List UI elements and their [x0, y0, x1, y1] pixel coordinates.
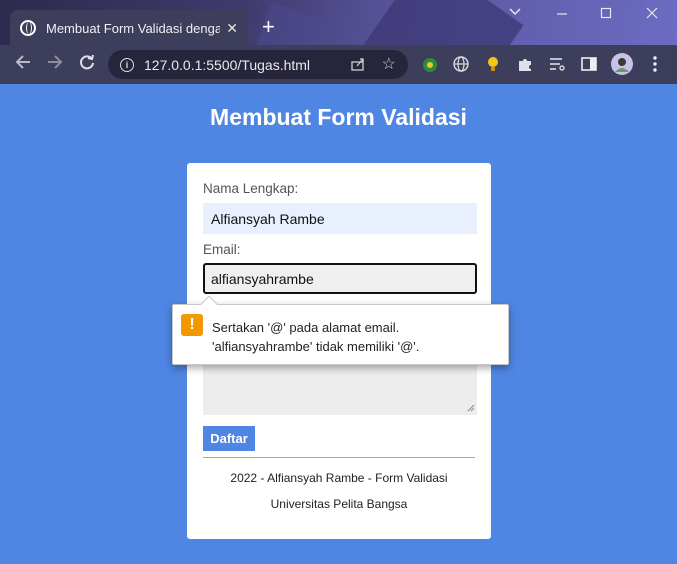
bookmark-star-icon[interactable]: ☆: [382, 54, 396, 74]
validation-message-line1: Sertakan '@' pada alamat email.: [212, 320, 400, 335]
footer-university: Universitas Pelita Bangsa: [270, 497, 408, 511]
warning-icon: !: [181, 314, 203, 336]
tab-search-chevron-icon[interactable]: [508, 4, 522, 21]
forward-icon[interactable]: [46, 53, 64, 76]
globe-icon: [20, 20, 36, 36]
validation-tooltip: ! Sertakan '@' pada alamat email. 'alfia…: [172, 295, 509, 365]
site-info-icon[interactable]: i: [120, 57, 134, 72]
maximize-icon[interactable]: [600, 6, 612, 24]
share-icon[interactable]: [350, 56, 366, 75]
name-input[interactable]: [203, 203, 477, 234]
extensions-puzzle-icon[interactable]: [516, 55, 534, 73]
url-text[interactable]: 127.0.0.1:5500/Tugas.html: [144, 57, 310, 73]
lightbulb-icon[interactable]: [484, 55, 502, 73]
minimize-icon[interactable]: [556, 6, 568, 24]
resize-handle-icon[interactable]: [467, 404, 475, 415]
close-window-icon[interactable]: [646, 6, 658, 24]
profile-avatar[interactable]: [611, 53, 633, 75]
daftar-button[interactable]: Daftar: [203, 426, 255, 451]
validation-message: Sertakan '@' pada alamat email. 'alfians…: [212, 318, 419, 356]
menu-kebab-icon[interactable]: [646, 55, 664, 73]
back-icon[interactable]: [14, 53, 32, 76]
globe-extension-icon[interactable]: [452, 55, 470, 73]
name-label: Nama Lengkap:: [203, 181, 299, 196]
validation-message-line2: 'alfiansyahrambe' tidak memiliki '@'.: [212, 339, 420, 354]
new-tab-button[interactable]: +: [262, 16, 275, 38]
reading-list-icon[interactable]: [548, 55, 566, 73]
tab-close-icon[interactable]: ✕: [226, 20, 238, 37]
email-label: Email:: [203, 242, 241, 257]
browser-toolbar: i 127.0.0.1:5500/Tugas.html ☆: [0, 45, 677, 84]
address-bar[interactable]: i 127.0.0.1:5500/Tugas.html ☆: [108, 50, 408, 79]
page-title: Membuat Form Validasi: [210, 104, 467, 130]
browser-titlebar: Membuat Form Validasi dengan ✕ +: [0, 0, 677, 45]
reload-icon[interactable]: [78, 53, 96, 76]
browser-tab[interactable]: Membuat Form Validasi dengan ✕: [10, 10, 248, 45]
tab-title: Membuat Form Validasi dengan: [46, 20, 221, 36]
divider: [203, 457, 475, 458]
side-panel-icon[interactable]: [580, 55, 598, 73]
footer-copyright: 2022 - Alfiansyah Rambe - Form Validasi: [230, 471, 448, 485]
email-input[interactable]: [203, 263, 477, 294]
extension-green-icon[interactable]: [421, 55, 439, 73]
